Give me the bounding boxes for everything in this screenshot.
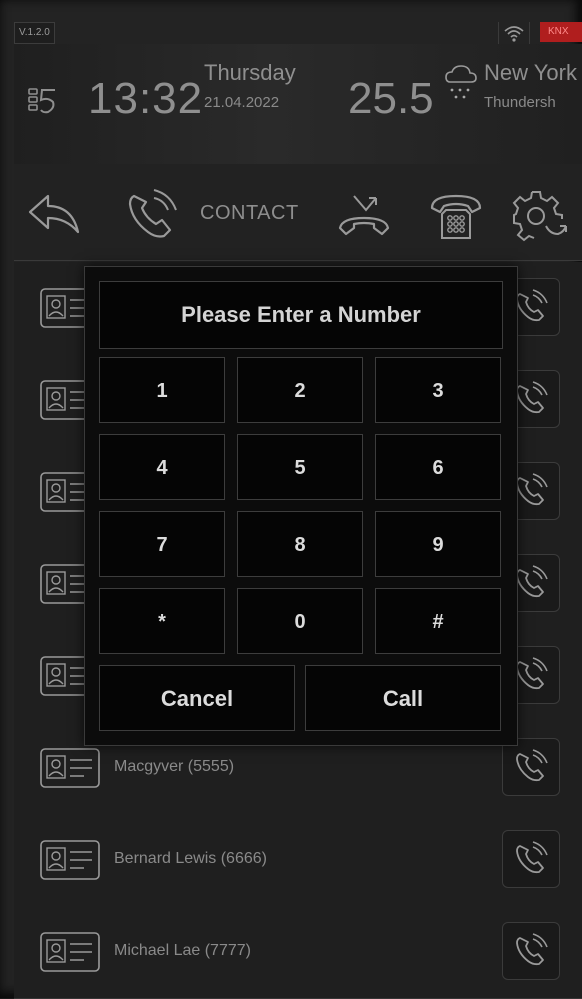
- date: 21.04.2022: [204, 94, 280, 111]
- contact-title: CONTACT: [200, 202, 299, 224]
- contact-card-icon: [40, 840, 100, 880]
- clock-time: 13:32: [88, 74, 204, 123]
- call-icon: [516, 381, 548, 414]
- header: 13:32 Thursday 21.04.2022 25.5 New York …: [14, 44, 582, 165]
- key-1[interactable]: 1: [99, 357, 225, 423]
- key-hash[interactable]: #: [375, 588, 501, 654]
- screen: V.1.2.0 KNX 13:32 Thursday 21.04.2022 25…: [0, 0, 582, 999]
- contact-card-icon: [40, 932, 100, 972]
- call-icon: [516, 749, 548, 782]
- desk-phone-icon[interactable]: [428, 188, 484, 242]
- list-item[interactable]: Bernard Lewis (6666): [14, 814, 582, 907]
- weather-condition: Thundersh: [484, 94, 556, 111]
- contact-card-icon: [40, 748, 100, 788]
- call-icon: [516, 565, 548, 598]
- weekday: Thursday: [204, 60, 296, 85]
- status-bar: V.1.2.0 KNX: [14, 22, 582, 44]
- key-0[interactable]: 0: [237, 588, 363, 654]
- call-button[interactable]: Call: [305, 665, 501, 731]
- key-5[interactable]: 5: [237, 434, 363, 500]
- call-button[interactable]: [502, 922, 560, 980]
- contact-name: Macgyver (5555): [114, 758, 235, 775]
- key-9[interactable]: 9: [375, 511, 501, 577]
- contact-name: Michael Lae (7777): [114, 942, 251, 959]
- cloud-icon: [442, 58, 482, 118]
- snow-icon: [450, 88, 470, 99]
- contact-name: Bernard Lewis (6666): [114, 850, 267, 867]
- key-7[interactable]: 7: [99, 511, 225, 577]
- dial-pad-dialog: Please Enter a Number 1 2 3 4 5 6 7 8 9 …: [84, 266, 518, 746]
- call-icon: [516, 657, 548, 690]
- cancel-button[interactable]: Cancel: [99, 665, 295, 731]
- key-6[interactable]: 6: [375, 434, 501, 500]
- key-3[interactable]: 3: [375, 357, 501, 423]
- phone-icon: [124, 188, 180, 242]
- hangup-icon[interactable]: [336, 188, 392, 242]
- key-4[interactable]: 4: [99, 434, 225, 500]
- call-icon: [516, 933, 548, 966]
- list-item[interactable]: Michael Lae (7777): [14, 906, 582, 999]
- toolbar: CONTACT: [14, 164, 582, 261]
- temperature: 25.5: [348, 74, 434, 123]
- settings-icon[interactable]: [512, 188, 568, 242]
- call-button[interactable]: [502, 830, 560, 888]
- call-icon: [516, 841, 548, 874]
- version-label: V.1.2.0: [14, 22, 55, 44]
- call-button[interactable]: [502, 738, 560, 796]
- menu-icon[interactable]: [28, 86, 58, 116]
- key-star[interactable]: *: [99, 588, 225, 654]
- city-name: New York: [484, 60, 577, 85]
- call-icon: [516, 289, 548, 322]
- key-8[interactable]: 8: [237, 511, 363, 577]
- key-2[interactable]: 2: [237, 357, 363, 423]
- wifi-icon: [498, 22, 530, 44]
- back-icon[interactable]: [26, 188, 82, 242]
- dialog-title: Please Enter a Number: [99, 281, 503, 349]
- call-icon: [516, 473, 548, 506]
- knx-badge: KNX: [540, 22, 582, 42]
